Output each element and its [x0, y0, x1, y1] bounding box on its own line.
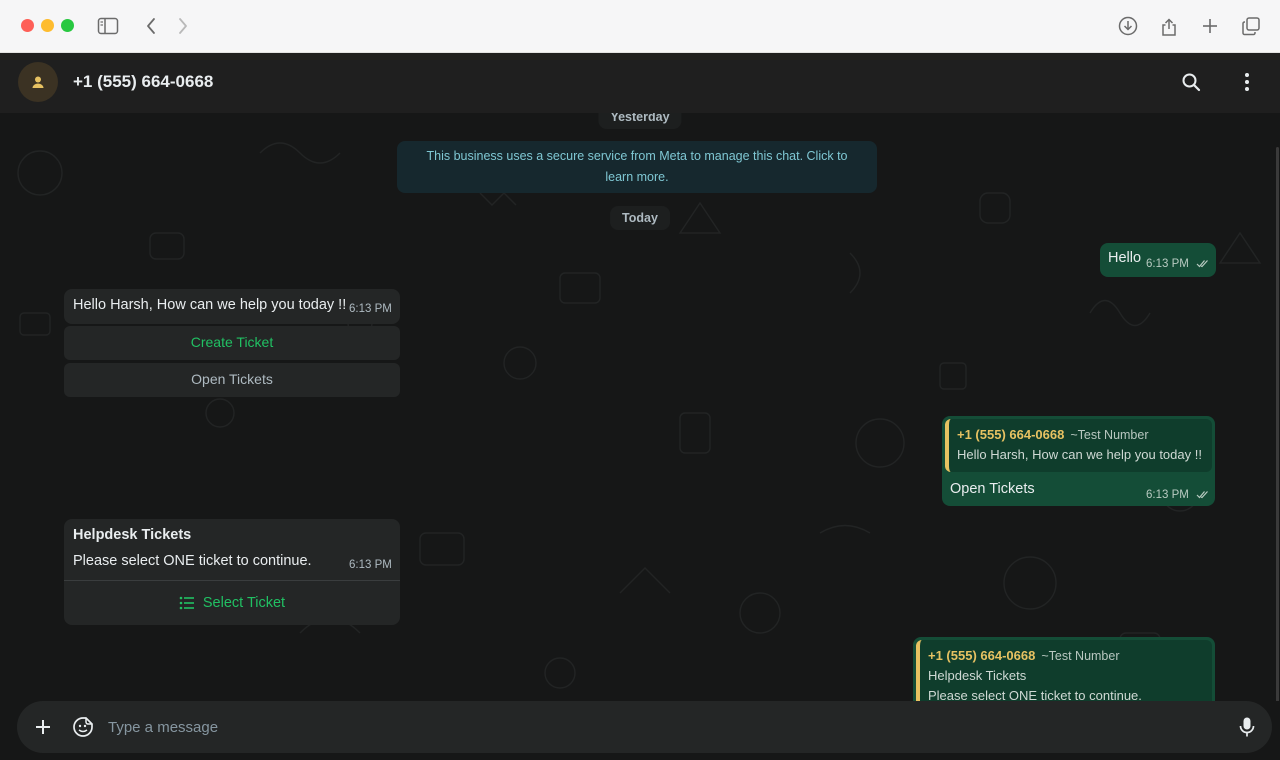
date-separator-yesterday: Yesterday [598, 113, 682, 129]
message-composer [0, 701, 1280, 760]
search-icon[interactable] [1178, 69, 1204, 95]
double-check-icon [1196, 491, 1208, 499]
sticker-emoji-icon[interactable] [70, 714, 96, 740]
tabs-overview-icon[interactable] [1239, 14, 1263, 38]
message-in-helpdesk[interactable]: Helpdesk Tickets Please select ONE ticke… [64, 519, 400, 625]
new-tab-icon[interactable] [1198, 14, 1222, 38]
quoted-message[interactable]: +1 (555) 664-0668 ~Test Number Helpdesk T… [916, 640, 1212, 701]
meta-secure-service-notice[interactable]: This business uses a secure service from… [397, 141, 877, 193]
message-time: 6:13 PM [1146, 489, 1210, 501]
message-out-hello[interactable]: Hello 6:13 PM [1100, 243, 1216, 277]
back-icon[interactable] [139, 14, 163, 38]
message-time: 6:13 PM [1146, 258, 1210, 270]
message-text: Hello [1108, 250, 1142, 266]
message-out-open-tickets[interactable]: +1 (555) 664-0668 ~Test Number Hello Hars… [942, 416, 1215, 506]
date-separator-today: Today [610, 206, 670, 230]
quoted-message[interactable]: +1 (555) 664-0668 ~Test Number Hello Hars… [945, 419, 1212, 472]
more-vertical-icon[interactable] [1234, 69, 1260, 95]
close-window-button[interactable] [21, 19, 34, 32]
microphone-icon[interactable] [1234, 714, 1260, 740]
message-title: Helpdesk Tickets [73, 527, 192, 543]
download-icon[interactable] [1116, 14, 1140, 38]
user-icon [32, 76, 44, 88]
contact-name[interactable]: +1 (555) 664-0668 [73, 72, 213, 92]
quoted-sender: +1 (555) 664-0668 [957, 427, 1065, 442]
avatar[interactable] [18, 62, 58, 102]
select-ticket-label: Select Ticket [202, 595, 286, 611]
message-body: Please select ONE ticket to continue. [73, 553, 312, 569]
list-icon [179, 596, 194, 610]
quoted-alias: ~Test Number [1070, 428, 1149, 442]
quick-reply-open-tickets[interactable]: Open Tickets [64, 363, 400, 397]
chat-scrollbar[interactable] [1276, 147, 1279, 701]
chat-header: +1 (555) 664-0668 [0, 53, 1280, 113]
quoted-sender: +1 (555) 664-0668 [928, 648, 1036, 663]
quoted-text-line1: Helpdesk Tickets [928, 668, 1027, 683]
select-ticket-button[interactable]: Select Ticket [64, 581, 400, 625]
quoted-text: Hello Harsh, How can we help you today !… [957, 447, 1202, 462]
whatsapp-web-app: +1 (555) 664-0668 Yesterday This busines [0, 53, 1280, 760]
share-icon[interactable] [1157, 14, 1181, 38]
attach-plus-icon[interactable] [30, 714, 56, 740]
message-in-greeting[interactable]: Hello Harsh, How can we help you today !… [64, 289, 400, 324]
quoted-alias: ~Test Number [1041, 649, 1120, 663]
sidebar-toggle-icon[interactable] [96, 14, 120, 38]
chat-messages[interactable]: Yesterday This business uses a secure se… [0, 113, 1280, 701]
quoted-text-line2: Please select ONE ticket to continue. [928, 688, 1142, 701]
quick-reply-create-ticket[interactable]: Create Ticket [64, 326, 400, 360]
message-time: 6:13 PM [349, 303, 392, 315]
forward-icon[interactable] [171, 14, 195, 38]
message-input[interactable] [108, 713, 1208, 741]
minimize-window-button[interactable] [41, 19, 54, 32]
message-time: 6:13 PM [349, 559, 392, 571]
message-text: Hello Harsh, How can we help you today !… [73, 297, 347, 313]
message-out-helpdesk-reply[interactable]: +1 (555) 664-0668 ~Test Number Helpdesk T… [913, 637, 1215, 701]
zoom-window-button[interactable] [61, 19, 74, 32]
double-check-icon [1196, 260, 1208, 268]
message-text: Open Tickets [950, 481, 1035, 497]
browser-toolbar [0, 0, 1280, 53]
